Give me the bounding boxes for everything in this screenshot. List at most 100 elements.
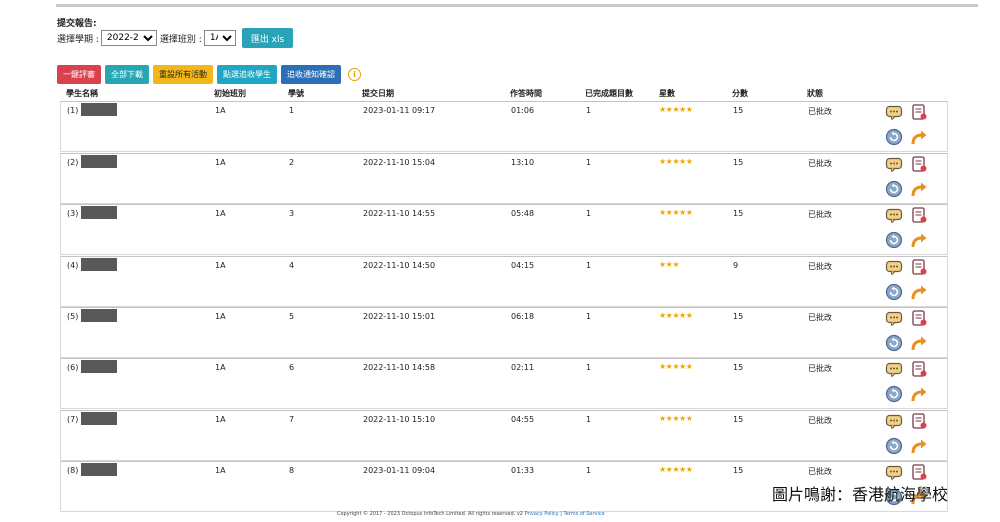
row-number: 7	[289, 415, 295, 424]
select-recall-button[interactable]: 點選追收學生	[217, 65, 277, 84]
reset-icon[interactable]	[885, 283, 903, 301]
row-completed: 1	[586, 158, 592, 167]
row-date: 2022-11-10 15:01	[363, 312, 436, 321]
report-icon[interactable]	[910, 155, 928, 173]
chat-bubble-icon[interactable]	[885, 463, 903, 481]
row-class: 1A	[215, 158, 226, 167]
row-status: 已批改	[808, 262, 832, 271]
reset-all-button[interactable]: 重設所有活動	[153, 65, 213, 84]
redacted-student-name	[81, 412, 117, 425]
table-row: (7) 1A 7 2022-11-10 15:10 04:55 1 15 已批改 ★★★★★	[60, 410, 948, 461]
col-status: 狀態	[807, 89, 823, 98]
one-click-review-button[interactable]: 一鍵評審	[57, 65, 101, 84]
terms-of-service-link[interactable]: Terms of Service	[564, 511, 605, 517]
row-completed: 1	[586, 415, 592, 424]
row-number: 1	[289, 106, 295, 115]
table-row: (3) 1A 3 2022-11-10 14:55 05:48 1 15 已批改 ★★★★★	[60, 204, 948, 255]
star-rating: ★★★★★	[659, 362, 693, 371]
return-arrow-icon[interactable]	[910, 128, 928, 146]
reset-icon[interactable]	[885, 334, 903, 352]
row-index: (1)	[67, 106, 79, 115]
report-icon[interactable]	[910, 103, 928, 121]
return-arrow-icon[interactable]	[910, 180, 928, 198]
chat-bubble-icon[interactable]	[885, 258, 903, 276]
row-index: (2)	[67, 158, 79, 167]
table-row: (1) 1A 1 2023-01-11 09:17 01:06 1 15 已批改 ★★★★★	[60, 101, 948, 152]
info-icon[interactable]: i	[348, 68, 361, 81]
col-stars: 星數	[659, 89, 675, 98]
report-icon[interactable]	[910, 463, 928, 481]
return-arrow-icon[interactable]	[910, 231, 928, 249]
action-buttons: 一鍵評審 全部下載 重設所有活動 點選追收學生 追收通知確認 i	[57, 65, 361, 84]
reset-icon[interactable]	[885, 385, 903, 403]
row-class: 1A	[215, 312, 226, 321]
return-arrow-icon[interactable]	[910, 385, 928, 403]
export-xls-button[interactable]: 匯出 xls	[241, 28, 294, 48]
row-class: 1A	[215, 106, 226, 115]
row-class: 1A	[215, 466, 226, 475]
privacy-policy-link[interactable]: Privacy Policy	[525, 511, 559, 517]
reset-icon[interactable]	[885, 437, 903, 455]
report-icon[interactable]	[910, 412, 928, 430]
row-number: 5	[289, 312, 295, 321]
row-number: 6	[289, 363, 295, 372]
report-icon[interactable]	[910, 258, 928, 276]
col-date: 提交日期	[362, 89, 394, 98]
chat-bubble-icon[interactable]	[885, 309, 903, 327]
return-arrow-icon[interactable]	[910, 334, 928, 352]
row-time: 01:06	[511, 106, 535, 115]
col-number: 學號	[288, 89, 304, 98]
star-rating: ★★★	[659, 260, 680, 269]
redacted-student-name	[81, 155, 117, 168]
row-status: 已批改	[808, 159, 832, 168]
reset-icon[interactable]	[885, 128, 903, 146]
filter-row: 選擇學期 : 2022-2023 選擇班別 : 1A 匯出 xls	[57, 28, 294, 48]
row-index: (8)	[67, 466, 79, 475]
row-time: 13:10	[511, 158, 535, 167]
reset-icon[interactable]	[885, 180, 903, 198]
row-completed: 1	[586, 363, 592, 372]
row-number: 2	[289, 158, 295, 167]
col-completed: 已完成題目數	[585, 89, 633, 98]
row-date: 2022-11-10 14:55	[363, 209, 436, 218]
row-number: 8	[289, 466, 295, 475]
row-completed: 1	[586, 106, 592, 115]
row-completed: 1	[586, 209, 592, 218]
row-score: 15	[733, 363, 744, 372]
image-credit: 圖片鳴謝：香港航海學校	[772, 485, 949, 504]
row-status: 已批改	[808, 313, 832, 322]
recall-notice-button[interactable]: 追收通知確認	[281, 65, 341, 84]
row-status: 已批改	[808, 107, 832, 116]
row-date: 2022-11-10 14:58	[363, 363, 436, 372]
chat-bubble-icon[interactable]	[885, 103, 903, 121]
row-date: 2023-01-11 09:04	[363, 466, 436, 475]
star-rating: ★★★★★	[659, 414, 693, 423]
report-icon[interactable]	[910, 206, 928, 224]
chat-bubble-icon[interactable]	[885, 206, 903, 224]
class-select[interactable]: 1A	[203, 30, 236, 46]
report-icon[interactable]	[910, 360, 928, 378]
row-time: 04:15	[511, 261, 535, 270]
reset-icon[interactable]	[885, 231, 903, 249]
col-score: 分數	[732, 89, 748, 98]
row-date: 2023-01-11 09:17	[363, 106, 436, 115]
row-score: 15	[733, 106, 744, 115]
row-score: 15	[733, 209, 744, 218]
return-arrow-icon[interactable]	[910, 283, 928, 301]
chat-bubble-icon[interactable]	[885, 412, 903, 430]
row-score: 15	[733, 312, 744, 321]
chat-bubble-icon[interactable]	[885, 155, 903, 173]
table-row: (6) 1A 6 2022-11-10 14:58 02:11 1 15 已批改 ★★★★★	[60, 358, 948, 409]
row-time: 02:11	[511, 363, 535, 372]
redacted-student-name	[81, 360, 117, 373]
row-status: 已批改	[808, 467, 832, 476]
download-all-button[interactable]: 全部下載	[105, 65, 149, 84]
row-time: 04:55	[511, 415, 535, 424]
row-class: 1A	[215, 415, 226, 424]
return-arrow-icon[interactable]	[910, 437, 928, 455]
chat-bubble-icon[interactable]	[885, 360, 903, 378]
semester-select[interactable]: 2022-2023	[100, 30, 157, 46]
report-icon[interactable]	[910, 309, 928, 327]
redacted-student-name	[81, 463, 117, 476]
row-class: 1A	[215, 209, 226, 218]
